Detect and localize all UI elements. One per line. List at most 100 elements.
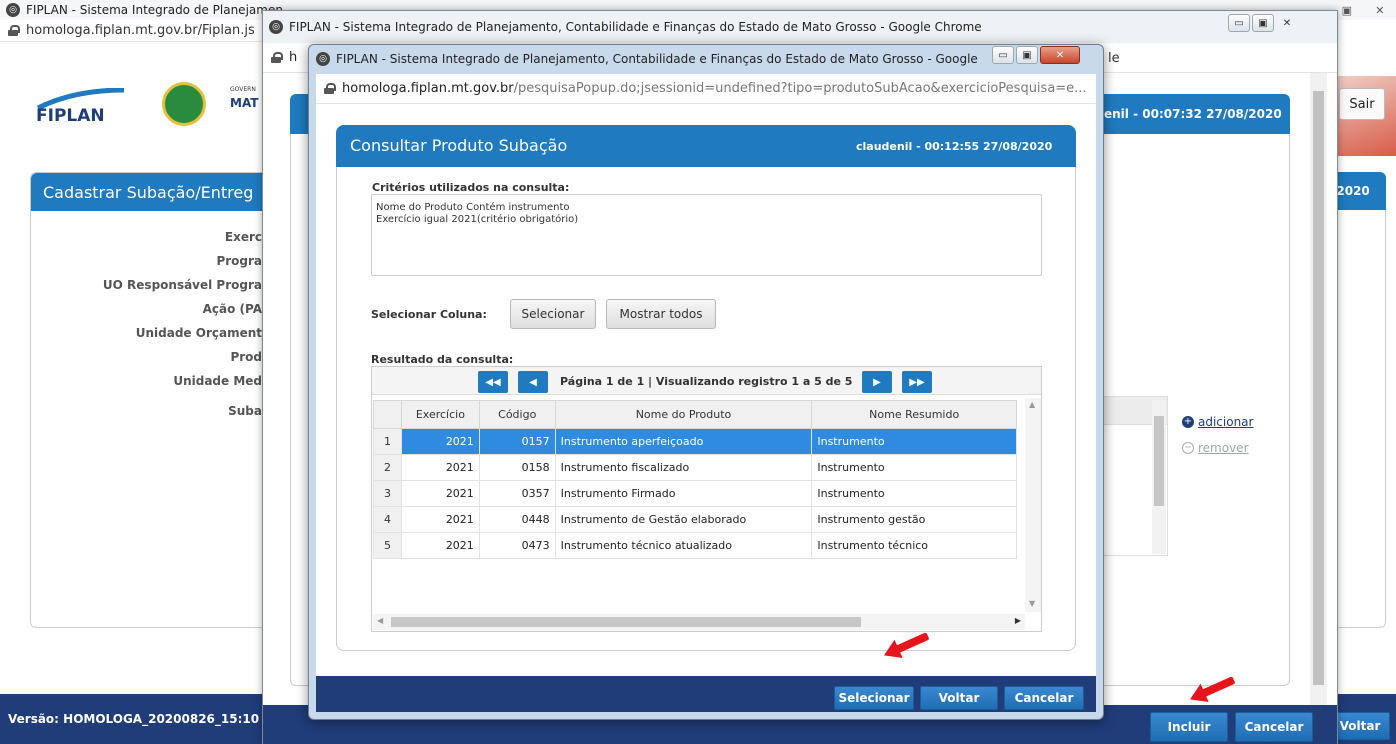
cell-codigo: 0473 [478,532,556,559]
version-label: Versão: HOMOLOGA_20200826_15:10 [8,712,260,726]
table-row[interactable]: 1 2021 0157 Instrumento aperfeiçoado Ins… [373,428,1017,455]
grid-horizontal-scrollbar[interactable]: ◀ ▶ [373,614,1025,630]
middle-cancelar-button[interactable]: Cancelar [1235,712,1313,742]
col-header-nome-resumido[interactable]: Nome Resumido [811,400,1017,429]
col-header-index [373,400,402,429]
cell-nome-produto: Instrumento fiscalizado [554,454,813,481]
cell-codigo: 0157 [478,428,556,455]
svg-text:FIPLAN: FIPLAN [36,106,105,124]
popup-titlebar: ◎ FIPLAN - Sistema Integrado de Planejam… [310,46,980,72]
back-date-right: /2020 [1330,172,1386,210]
cell-nome-produto: Instrumento de Gestão elaborado [554,506,813,533]
maximize-icon[interactable]: ▣ [1016,46,1038,64]
cell-codigo: 0158 [478,454,556,481]
prev-page-icon[interactable]: ◀ [518,371,548,393]
table-row[interactable]: 4 2021 0448 Instrumento de Gestão elabor… [373,506,1017,533]
back-voltar-button[interactable]: Voltar [1330,712,1390,740]
cell-nome-produto: Instrumento Firmado [554,480,813,507]
back-address-bar[interactable]: homologa.fiplan.mt.gov.br/Fiplan.js [0,20,262,42]
select-column-label: Selecionar Coluna: [371,308,487,321]
table-row[interactable]: 2 2021 0158 Instrumento fiscalizado Inst… [373,454,1017,481]
fiplan-logo: FIPLAN [34,87,144,126]
incluir-button[interactable]: Incluir [1150,712,1228,742]
field-label-produto: Prod [230,350,262,364]
cell-exercicio: 2021 [400,480,480,507]
cell-codigo: 0357 [478,480,556,507]
row-index: 1 [373,428,402,455]
lock-icon [8,25,20,36]
add-icon[interactable]: + [1182,416,1194,428]
popup-cancelar-button[interactable]: Cancelar [1004,686,1084,710]
criteria-line-2: Exercício igual 2021(critério obrigatóri… [376,214,579,225]
lock-icon [271,52,283,63]
close-icon[interactable]: ✕ [1375,4,1384,17]
maximize-icon[interactable]: ▣ [1342,4,1352,17]
middle-window-titlebar: ◎ FIPLAN - Sistema Integrado de Planejam… [263,11,1337,43]
grid-table-wrap: Exercício Código Nome do Produto Nome Re… [373,400,1017,559]
sair-button[interactable]: Sair [1339,88,1385,120]
popup-selecionar-button[interactable]: Selecionar [834,686,914,710]
row-index: 2 [373,454,402,481]
middle-url: h [289,50,298,65]
cell-nome-resumido: Instrumento gestão [811,506,1017,533]
field-label-unidade-orc: Unidade Orçament [135,326,262,340]
popup-window-controls: ▭ ▣ ✕ [990,46,1080,64]
back-window-title: FIPLAN - Sistema Integrado de Planejamen [26,3,283,17]
close-icon[interactable]: ✕ [1276,14,1298,32]
middle-window-controls: ▭ ▣ ✕ [1226,14,1298,32]
criteria-box: Nome do Produto Contém instrumento Exerc… [371,194,1042,276]
panel-title: Consultar Produto Subação [350,136,568,155]
col-header-codigo[interactable]: Código [478,400,556,429]
maximize-icon[interactable]: ▣ [1252,14,1274,32]
criteria-line-1: Nome do Produto Contém instrumento [376,202,570,213]
row-index: 4 [373,506,402,533]
field-label-programa: Progra [216,254,262,268]
pager-info: Página 1 de 1 | Visualizando registro 1 … [560,375,853,388]
field-label-uo: UO Responsável Progra [102,278,262,292]
cell-exercicio: 2021 [400,428,480,455]
gov-label-2: MAT [230,96,259,110]
table-row[interactable]: 5 2021 0473 Instrumento técnico atualiza… [373,532,1017,559]
chrome-icon: ◎ [6,3,20,17]
adicionar-link[interactable]: adicionar [1198,415,1253,429]
cell-nome-produto: Instrumento técnico atualizado [554,532,813,559]
result-label: Resultado da consulta: [371,353,514,366]
popup-url-path: /pesquisaPopup.do;jsessionid=undefined?t… [513,81,1087,96]
middle-scrollbar[interactable] [1310,73,1327,705]
middle-window-title: FIPLAN - Sistema Integrado de Planejamen… [289,20,982,34]
first-page-icon[interactable]: ◀◀ [478,371,508,393]
field-label-exercicio: Exerc [224,230,262,244]
chrome-icon: ◎ [269,20,283,34]
middle-session: enil - 00:07:32 27/08/2020 [1104,107,1282,121]
mostrar-todos-button[interactable]: Mostrar todos [606,299,716,329]
cell-nome-resumido: Instrumento [811,480,1017,507]
cell-nome-resumido: Instrumento [811,428,1017,455]
middle-url-right: le [1108,51,1120,66]
popup-url-host: homologa.fiplan.mt.gov.br [342,81,514,96]
table-row[interactable]: 3 2021 0357 Instrumento Firmado Instrume… [373,480,1017,507]
col-header-exercicio[interactable]: Exercício [400,400,480,429]
minimize-icon[interactable]: ▭ [1228,14,1250,32]
selecionar-coluna-button[interactable]: Selecionar [510,299,596,329]
remove-icon[interactable]: − [1182,442,1194,454]
grid-vertical-scrollbar[interactable]: ▲ ▼ [1025,398,1041,612]
minimize-icon[interactable]: ▭ [992,46,1014,64]
lock-icon [324,83,336,94]
popup-voltar-button[interactable]: Voltar [920,686,998,710]
popup-address-bar[interactable]: homologa.fiplan.mt.gov.br/pesquisaPopup.… [316,74,1096,104]
cell-exercicio: 2021 [400,454,480,481]
chrome-icon: ◎ [316,52,330,66]
col-header-nome-produto[interactable]: Nome do Produto [554,400,813,429]
remover-link[interactable]: remover [1198,441,1249,455]
back-form-title: Cadastrar Subação/Entreg [31,173,269,211]
popup-title: FIPLAN - Sistema Integrado de Planejamen… [336,52,980,66]
next-page-icon[interactable]: ▶ [862,371,892,393]
cell-exercicio: 2021 [400,532,480,559]
state-emblem-icon [162,82,206,126]
last-page-icon[interactable]: ▶▶ [902,371,932,393]
gov-label: GOVERN [230,86,256,93]
criteria-label: Critérios utilizados na consulta: [372,181,570,194]
close-icon[interactable]: ✕ [1040,46,1080,64]
cell-codigo: 0448 [478,506,556,533]
cell-exercicio: 2021 [400,506,480,533]
